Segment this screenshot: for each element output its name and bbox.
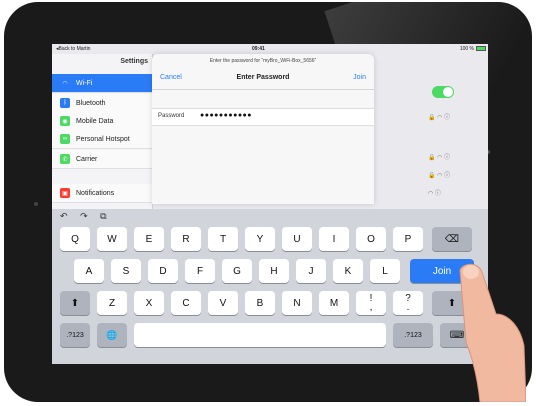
wifi-icon: ◠ — [60, 78, 70, 88]
key-c[interactable]: C — [171, 291, 201, 315]
key-exclamation-comma[interactable]: ! , — [356, 291, 386, 315]
screen: ◂Back to Martin 09:41 100 % Settings ◠ W… — [52, 44, 488, 364]
network-status-icons[interactable]: ◠ ⓘ — [428, 188, 441, 197]
undo-icon[interactable]: ↶ — [60, 211, 68, 221]
key-i[interactable]: I — [319, 227, 349, 251]
shift-key-left[interactable]: ⬆ — [60, 291, 90, 315]
sidebar-item-label: Carrier — [76, 155, 98, 163]
sidebar-item-bluetooth[interactable]: ᛒ Bluetooth — [52, 94, 152, 113]
key-f[interactable]: F — [185, 259, 215, 283]
hotspot-icon: ∞ — [60, 134, 70, 144]
key-v[interactable]: V — [208, 291, 238, 315]
wifi-toggle[interactable] — [432, 86, 454, 98]
mobile-data-icon: ◉ — [60, 116, 70, 126]
paste-icon[interactable]: ⧉ — [100, 211, 106, 221]
backspace-key[interactable]: ⌫ — [432, 227, 472, 251]
key-d[interactable]: D — [148, 259, 178, 283]
sidebar-item-label: Notifications — [76, 189, 115, 197]
key-j[interactable]: J — [296, 259, 326, 283]
password-field[interactable]: Password ●●●●●●●●●●● — [152, 108, 374, 126]
shortcut-bar: ↶ ↷ ⧉ — [60, 211, 117, 222]
network-status-icons[interactable]: 🔒 ◠ ⓘ — [428, 170, 450, 179]
key-period-label: . — [406, 302, 410, 313]
dialog-prompt: Enter the password for “myBro_WiFi-Box_5… — [209, 58, 317, 64]
key-k[interactable]: K — [333, 259, 363, 283]
back-to-app-link[interactable]: ◂Back to Martin — [56, 46, 90, 52]
dialog-title: Enter Password — [236, 74, 290, 81]
key-l[interactable]: L — [370, 259, 400, 283]
key-a[interactable]: A — [74, 259, 104, 283]
battery-percent: 100 % — [459, 46, 474, 52]
key-s[interactable]: S — [111, 259, 141, 283]
key-r[interactable]: R — [171, 227, 201, 251]
key-q[interactable]: Q — [60, 227, 90, 251]
sidebar-item-mobile-data[interactable]: ◉ Mobile Data — [52, 112, 152, 131]
onscreen-keyboard: ↶ ↷ ⧉ Q W E R T Y U I O P ⌫ A S D F G H … — [52, 209, 488, 364]
globe-icon[interactable]: 🌐 — [97, 323, 127, 347]
sidebar-item-personal-hotspot[interactable]: ∞ Personal Hotspot — [52, 130, 152, 149]
key-x[interactable]: X — [134, 291, 164, 315]
status-time: 09:41 — [252, 46, 265, 52]
sidebar-item-carrier[interactable]: ✆ Carrier — [52, 150, 152, 169]
sidebar-item-label: Wi-Fi — [76, 79, 93, 87]
password-label: Password — [158, 113, 185, 119]
key-u[interactable]: U — [282, 227, 312, 251]
join-button[interactable]: Join — [353, 74, 366, 81]
network-status-icons[interactable]: 🔒 ◠ ⓘ — [428, 152, 450, 161]
password-input[interactable]: ●●●●●●●●●●● — [200, 112, 252, 119]
divider — [152, 89, 374, 90]
key-y[interactable]: Y — [245, 227, 275, 251]
notifications-icon: ▣ — [60, 188, 70, 198]
sidebar-item-notifications[interactable]: ▣ Notifications — [52, 184, 152, 203]
key-z[interactable]: Z — [97, 291, 127, 315]
key-m[interactable]: M — [319, 291, 349, 315]
sidebar-title: Settings — [120, 58, 148, 65]
bluetooth-icon: ᛒ — [60, 98, 70, 108]
key-w[interactable]: W — [97, 227, 127, 251]
key-h[interactable]: H — [259, 259, 289, 283]
battery-icon — [476, 46, 486, 51]
key-n[interactable]: N — [282, 291, 312, 315]
key-p[interactable]: P — [393, 227, 423, 251]
key-e[interactable]: E — [134, 227, 164, 251]
key-t[interactable]: T — [208, 227, 238, 251]
phone-icon: ✆ — [60, 154, 70, 164]
key-g[interactable]: G — [222, 259, 252, 283]
key-b[interactable]: B — [245, 291, 275, 315]
sidebar-item-label: Personal Hotspot — [76, 135, 130, 143]
space-bar[interactable] — [134, 323, 386, 347]
tablet-frame: ◂Back to Martin 09:41 100 % Settings ◠ W… — [4, 2, 532, 402]
numbers-key-left[interactable]: .?123 — [60, 323, 90, 347]
key-question-period[interactable]: ? . — [393, 291, 423, 315]
camera — [34, 202, 38, 206]
key-o[interactable]: O — [356, 227, 386, 251]
sidebar-item-label: Mobile Data — [76, 117, 114, 125]
network-status-icons[interactable]: 🔒 ◠ ⓘ — [428, 112, 450, 121]
sidebar-item-wifi[interactable]: ◠ Wi-Fi — [52, 74, 152, 93]
redo-icon[interactable]: ↷ — [80, 211, 88, 221]
key-comma-label: , — [369, 302, 373, 313]
numbers-key-right[interactable]: .?123 — [393, 323, 433, 347]
status-bar: ◂Back to Martin 09:41 100 % — [52, 44, 488, 54]
enter-password-dialog: Enter the password for “myBro_WiFi-Box_5… — [152, 54, 374, 204]
pointing-finger — [459, 263, 526, 402]
sidebar-item-label: Bluetooth — [76, 99, 106, 107]
